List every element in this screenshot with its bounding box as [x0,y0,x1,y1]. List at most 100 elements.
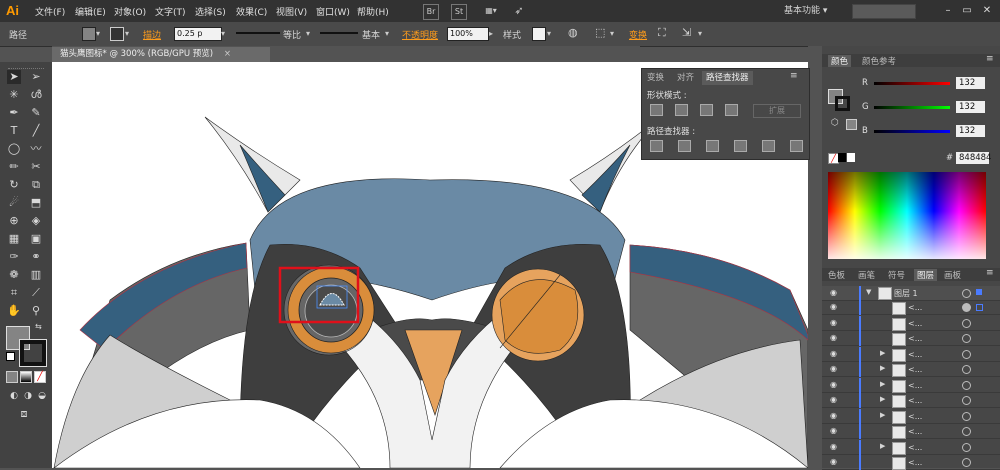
curvature-tool-icon[interactable]: ✎ [29,106,43,120]
close-icon[interactable]: ✕ [979,4,995,18]
chevron-right-icon[interactable]: ▶ [880,395,885,403]
chevron-right-icon[interactable]: ▶ [880,411,885,419]
menu-window[interactable]: 窗口(W) [316,5,350,18]
sublayer-row[interactable]: ◉ <... [822,424,1000,439]
tab-pathfinder[interactable]: 路径查找器 [702,71,753,85]
chevron-down-icon[interactable]: ▾ [698,29,702,38]
eye-icon[interactable]: ◉ [830,411,840,420]
opacity-label[interactable]: 不透明度 [402,28,438,41]
r-value-field[interactable]: 132 [956,77,985,89]
document-tab[interactable]: 猫头鹰图标* @ 300% (RGB/GPU 预览) × [52,47,270,62]
chevron-right-icon[interactable]: ▶ [880,364,885,372]
target-icon[interactable] [962,427,971,436]
draw-behind-icon[interactable]: ◑ [21,389,35,403]
eye-icon[interactable]: ◉ [830,318,840,327]
crop-icon[interactable] [734,140,747,152]
stroke-weight-field[interactable]: 0.25 p [174,27,222,41]
sublayer-row[interactable]: ◉ <... [822,300,1000,315]
scissors-tool-icon[interactable]: ✂ [29,160,43,174]
eye-icon[interactable]: ◉ [830,289,840,297]
column-graph-tool-icon[interactable]: ▥ [29,268,43,282]
pen-tool-icon[interactable]: ✒ [7,106,21,120]
gradient-mode-icon[interactable] [20,371,32,383]
g-value-field[interactable]: 132 [956,101,985,113]
default-colors-icon[interactable] [6,352,15,361]
fill-swatch[interactable] [82,27,96,41]
tab-color-guide[interactable]: 颜色参考 [862,55,896,67]
tab-brushes[interactable]: 画笔 [858,269,875,281]
rotate-tool-icon[interactable]: ↻ [7,178,21,192]
target-icon[interactable] [962,365,971,374]
sublayer-row[interactable]: ◉ ▶ <... [822,393,1000,408]
tab-color[interactable]: 颜色 [828,55,852,67]
eye-icon[interactable]: ◉ [830,442,840,451]
chevron-right-icon[interactable]: ▸ [489,29,493,38]
sublayer-name[interactable]: <... [908,381,922,390]
draw-normal-icon[interactable]: ◐ [7,389,21,403]
menu-select[interactable]: 选择(S) [195,5,226,18]
graphic-style-swatch[interactable] [532,27,546,41]
intersect-icon[interactable] [700,104,713,116]
magic-wand-tool-icon[interactable]: ✳ [7,88,21,102]
target-icon[interactable] [962,303,971,312]
panel-menu-icon[interactable]: ≡ [790,71,798,81]
live-paint-tool-icon[interactable]: ◈ [29,214,43,228]
chevron-down-icon[interactable]: ▾ [610,29,614,38]
b-value-field[interactable]: 132 [956,125,985,137]
chevron-down-icon[interactable]: ▾ [96,29,100,38]
mesh-tool-icon[interactable]: ▦ [7,232,21,246]
divide-icon[interactable] [650,140,663,152]
target-icon[interactable] [962,349,971,359]
sublayer-row[interactable]: ◉ <... [822,331,1000,346]
target-icon[interactable] [962,334,971,343]
sublayer-row[interactable]: ◉ ▶ <... [822,439,1000,455]
tab-swatches[interactable]: 色板 [828,269,845,281]
panel-menu-icon[interactable]: ≡ [986,268,994,278]
chevron-right-icon[interactable]: ▶ [880,380,885,388]
ellipse-tool-icon[interactable]: ◯ [7,142,21,156]
draw-inside-icon[interactable]: ◒ [35,389,49,403]
search-input[interactable] [852,4,916,19]
close-tab-icon[interactable]: × [224,49,231,59]
selection-tool-icon[interactable]: ➤ [7,70,21,84]
stroke-color-box[interactable] [19,339,47,367]
chevron-down-icon[interactable]: ▾ [547,29,551,38]
menu-view[interactable]: 视图(V) [276,5,307,18]
sublayer-row[interactable]: ◉ ▶ <... [822,362,1000,377]
lasso-tool-icon[interactable]: ൾ [29,88,43,102]
eye-icon[interactable]: ◉ [830,458,840,466]
trim-icon[interactable] [678,140,691,152]
sublayer-name[interactable]: <... [908,350,922,359]
workspace-switcher[interactable]: 基本功能 ▾ [784,4,842,18]
minus-front-icon[interactable] [675,104,688,116]
exclude-icon[interactable] [725,104,738,116]
artboard-tool-icon[interactable]: ⌗ [7,286,21,300]
shape-builder-tool-icon[interactable]: ⊕ [7,214,21,228]
sublayer-name[interactable]: <... [908,365,922,374]
toolbox-grip[interactable] [8,64,44,69]
profile-label[interactable]: 等比 [283,28,301,41]
menu-object[interactable]: 对象(O) [114,5,146,18]
symbol-sprayer-tool-icon[interactable]: ❁ [7,268,21,282]
merge-icon[interactable] [706,140,719,152]
layer-row-top[interactable]: ◉ ▼ 图层 1 [822,286,1000,301]
sublayer-name[interactable]: <... [908,458,922,467]
stock-button[interactable]: St [451,4,467,20]
type-tool-icon[interactable]: T [7,124,21,138]
menu-file[interactable]: 文件(F) [35,5,65,18]
chevron-down-icon[interactable]: ▾ [221,29,225,38]
eyedropper-tool-icon[interactable]: ✑ [7,250,21,264]
pencil-tool-icon[interactable]: ✏ [7,160,21,174]
align-icon[interactable]: ⬚ [595,26,605,39]
tab-symbols[interactable]: 符号 [888,269,905,281]
menu-edit[interactable]: 编辑(E) [75,5,106,18]
sublayer-name[interactable]: <... [908,334,922,343]
arrange-documents-icon[interactable]: ▦▾ [480,4,502,18]
out-of-gamut-swatch[interactable] [846,119,857,130]
recolor-icon[interactable]: ◍ [568,26,578,39]
menu-type[interactable]: 文字(T) [155,5,186,18]
free-transform-tool-icon[interactable]: ⬒ [29,196,43,210]
sublayer-name[interactable]: <... [908,319,922,328]
eye-icon[interactable]: ◉ [830,380,840,389]
chevron-right-icon[interactable]: ▶ [880,442,885,450]
